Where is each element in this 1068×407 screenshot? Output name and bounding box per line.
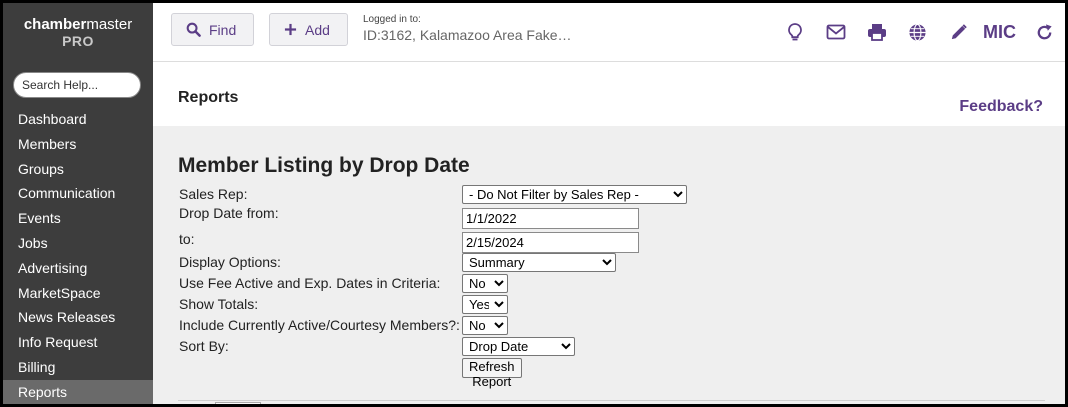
drop-date-from-input[interactable] xyxy=(462,208,639,229)
mail-icon[interactable] xyxy=(815,12,856,52)
sidebar-item-events[interactable]: Events xyxy=(3,206,153,231)
app-window: chambermaster PRO DashboardMembersGroups… xyxy=(3,3,1065,404)
drop-date-to-label: to: xyxy=(179,231,195,247)
include-members-select[interactable]: No xyxy=(462,316,508,335)
lightbulb-icon[interactable] xyxy=(774,12,815,52)
sidebar-item-billing[interactable]: Billing xyxy=(3,355,153,380)
sidebar-item-dashboard[interactable]: Dashboard xyxy=(3,107,153,132)
sidebar-item-members[interactable]: Members xyxy=(3,132,153,157)
report-title: Member Listing by Drop Date xyxy=(178,154,470,177)
report-content: Member Listing by Drop Date Sales Rep: -… xyxy=(153,126,1065,404)
show-totals-label: Show Totals: xyxy=(179,296,259,312)
find-label: Find xyxy=(209,21,237,38)
logo: chambermaster PRO xyxy=(3,16,153,50)
results-tab-stub xyxy=(215,402,261,404)
logged-in-info: Logged in to: ID:3162, Kalamazoo Area Fa… xyxy=(363,14,572,43)
plus-icon xyxy=(284,23,297,36)
sidebar-item-reports[interactable]: Reports xyxy=(3,379,153,404)
sidebar-item-advertising[interactable]: Advertising xyxy=(3,256,153,281)
drop-date-to-input[interactable] xyxy=(462,232,639,253)
top-bar: Find Add Logged in to: ID:3162, Kalamazo… xyxy=(153,3,1065,62)
sales-rep-select[interactable]: - Do Not Filter by Sales Rep - xyxy=(462,185,687,204)
search-icon xyxy=(186,22,201,37)
refresh-report-button[interactable]: Refresh Report xyxy=(462,358,522,389)
show-totals-select[interactable]: Yes xyxy=(462,295,508,314)
sidebar-item-communication[interactable]: Communication xyxy=(3,181,153,206)
sidebar-item-news-releases[interactable]: News Releases xyxy=(3,305,153,330)
display-options-select[interactable]: Summary xyxy=(462,253,616,272)
sidebar-item-groups[interactable]: Groups xyxy=(3,157,153,182)
logo-text-bold: chamber xyxy=(23,16,87,33)
sidebar-item-marketspace[interactable]: MarketSpace xyxy=(3,281,153,306)
logged-in-value: ID:3162, Kalamazoo Area Fake… xyxy=(363,27,572,43)
sidebar-item-info-request[interactable]: Info Request xyxy=(3,330,153,355)
include-members-label: Include Currently Active/Courtesy Member… xyxy=(179,317,460,333)
sidebar-item-jobs[interactable]: Jobs xyxy=(3,231,153,256)
drop-date-from-label: Drop Date from: xyxy=(179,205,279,221)
globe-icon[interactable] xyxy=(897,12,938,52)
page-title: Reports xyxy=(178,89,239,106)
feedback-link[interactable]: Feedback? xyxy=(959,98,1043,116)
pencil-icon[interactable] xyxy=(938,12,979,52)
fee-dates-label: Use Fee Active and Exp. Dates in Criteri… xyxy=(179,275,441,291)
fee-dates-select[interactable]: No xyxy=(462,274,508,293)
sort-by-label: Sort By: xyxy=(179,338,229,354)
logged-in-label: Logged in to: xyxy=(363,14,421,25)
page-header: Reports Feedback? xyxy=(153,62,1065,126)
toolbar-icons: MIC xyxy=(774,3,1065,61)
display-options-label: Display Options: xyxy=(179,254,281,270)
logo-pro: PRO xyxy=(62,33,94,49)
find-button[interactable]: Find xyxy=(171,13,254,46)
sidebar: chambermaster PRO DashboardMembersGroups… xyxy=(3,3,153,404)
sort-by-select[interactable]: Drop Date xyxy=(462,337,575,356)
sales-rep-label: Sales Rep: xyxy=(179,186,248,202)
refresh-icon[interactable] xyxy=(1024,12,1065,52)
user-initials-button[interactable]: MIC xyxy=(983,22,1016,43)
sidebar-nav: Dashboard Members Groups Communication Event… xyxy=(3,107,153,404)
logo-text: master xyxy=(86,16,133,33)
add-button[interactable]: Add xyxy=(269,13,348,46)
content-divider xyxy=(178,400,1045,401)
search-help-input[interactable] xyxy=(13,72,141,98)
add-label: Add xyxy=(305,21,330,38)
print-icon[interactable] xyxy=(856,12,897,52)
